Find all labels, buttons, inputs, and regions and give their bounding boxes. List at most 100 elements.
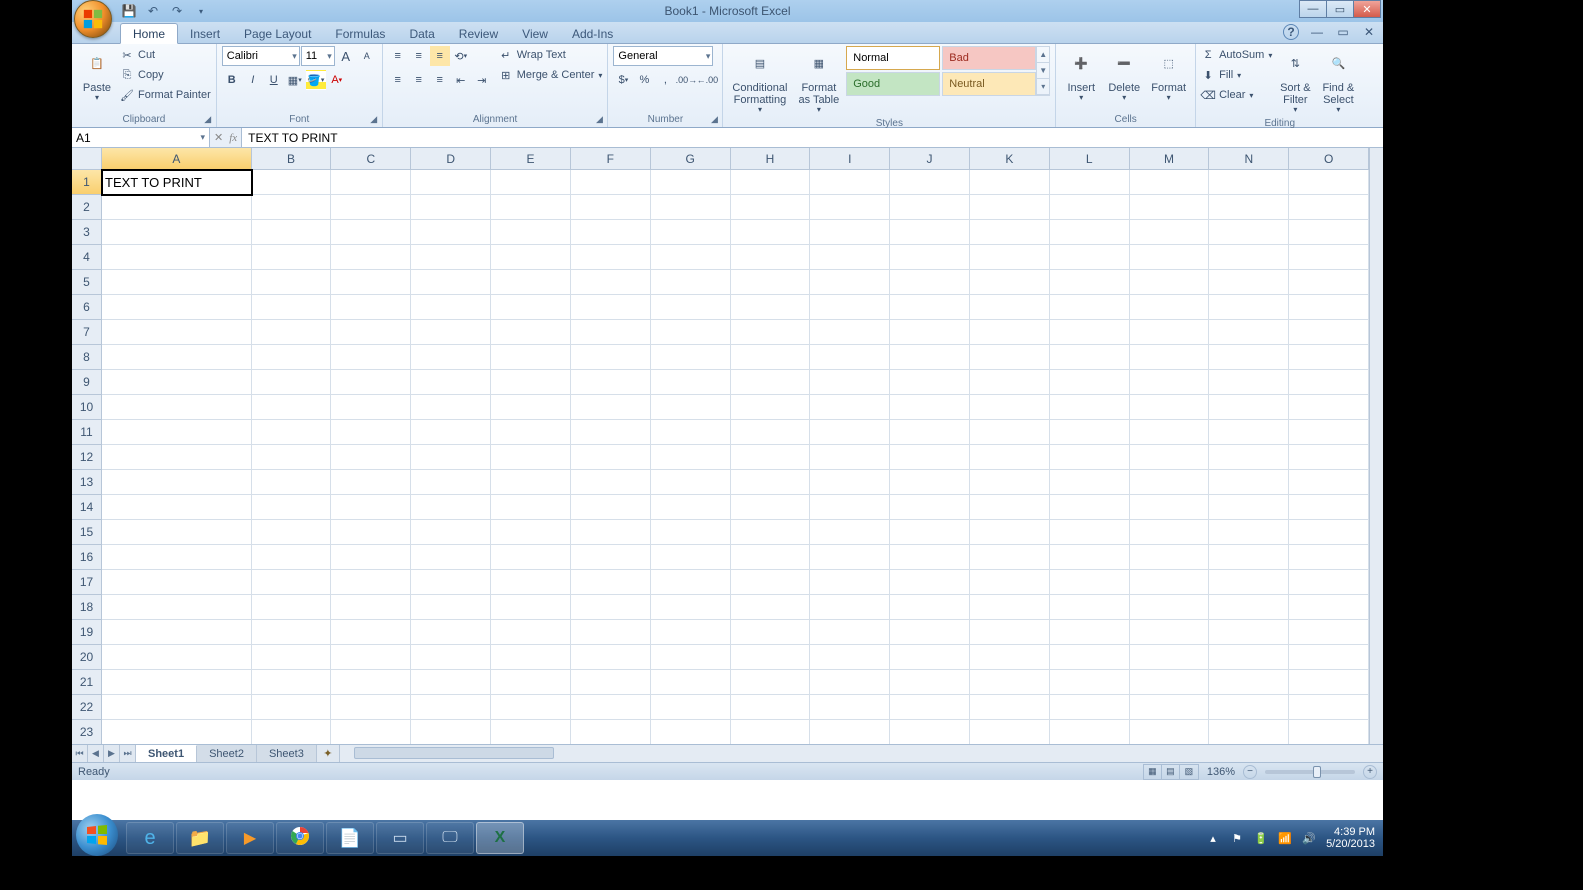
cell-O8[interactable] xyxy=(1289,345,1369,370)
cell-A15[interactable] xyxy=(102,520,252,545)
cell-B4[interactable] xyxy=(252,245,332,270)
shrink-font-button[interactable]: A xyxy=(357,46,377,66)
cell-G14[interactable] xyxy=(651,495,731,520)
cell-C18[interactable] xyxy=(331,595,411,620)
cell-F21[interactable] xyxy=(571,670,651,695)
align-right-button[interactable]: ≡ xyxy=(430,70,450,90)
row-header-19[interactable]: 19 xyxy=(72,620,102,645)
cell-H12[interactable] xyxy=(731,445,811,470)
cell-B8[interactable] xyxy=(252,345,332,370)
cell-K11[interactable] xyxy=(970,420,1050,445)
cell-B22[interactable] xyxy=(252,695,332,720)
number-format-combo[interactable]: General xyxy=(613,46,713,66)
increase-indent-button[interactable]: ⇥ xyxy=(472,70,492,90)
cell-D22[interactable] xyxy=(411,695,491,720)
cell-G13[interactable] xyxy=(651,470,731,495)
taskbar-app1[interactable]: ▭ xyxy=(376,822,424,854)
cell-C15[interactable] xyxy=(331,520,411,545)
cell-K18[interactable] xyxy=(970,595,1050,620)
row-header-14[interactable]: 14 xyxy=(72,495,102,520)
cell-O15[interactable] xyxy=(1289,520,1369,545)
cell-O3[interactable] xyxy=(1289,220,1369,245)
cell-K22[interactable] xyxy=(970,695,1050,720)
cell-L15[interactable] xyxy=(1050,520,1130,545)
undo-icon[interactable]: ↶ xyxy=(144,2,162,20)
cell-M22[interactable] xyxy=(1130,695,1210,720)
cell-L23[interactable] xyxy=(1050,720,1130,744)
cell-I3[interactable] xyxy=(810,220,890,245)
align-bottom-button[interactable]: ≡ xyxy=(430,46,450,66)
row-header-22[interactable]: 22 xyxy=(72,695,102,720)
row-header-13[interactable]: 13 xyxy=(72,470,102,495)
cell-H6[interactable] xyxy=(731,295,811,320)
cell-B13[interactable] xyxy=(252,470,332,495)
cell-D9[interactable] xyxy=(411,370,491,395)
cell-B18[interactable] xyxy=(252,595,332,620)
cut-button[interactable]: ✂Cut xyxy=(120,46,211,64)
cell-B17[interactable] xyxy=(252,570,332,595)
row-header-11[interactable]: 11 xyxy=(72,420,102,445)
cell-D14[interactable] xyxy=(411,495,491,520)
cells-area[interactable]: TEXT TO PRINT xyxy=(102,170,1369,744)
sheet-tab-3[interactable]: Sheet3 xyxy=(257,745,317,762)
cell-E1[interactable] xyxy=(491,170,571,195)
row-header-15[interactable]: 15 xyxy=(72,520,102,545)
cell-C17[interactable] xyxy=(331,570,411,595)
decrease-decimal-button[interactable]: ←.00 xyxy=(697,70,717,90)
cell-C21[interactable] xyxy=(331,670,411,695)
cell-K7[interactable] xyxy=(970,320,1050,345)
row-header-9[interactable]: 9 xyxy=(72,370,102,395)
cell-C2[interactable] xyxy=(331,195,411,220)
cell-K23[interactable] xyxy=(970,720,1050,744)
cell-L13[interactable] xyxy=(1050,470,1130,495)
cell-M20[interactable] xyxy=(1130,645,1210,670)
column-header-I[interactable]: I xyxy=(810,148,890,170)
cell-D23[interactable] xyxy=(411,720,491,744)
cell-J9[interactable] xyxy=(890,370,970,395)
cell-B23[interactable] xyxy=(252,720,332,744)
format-as-table-button[interactable]: ▦ Format as Table▾ xyxy=(794,46,843,117)
cell-M13[interactable] xyxy=(1130,470,1210,495)
cell-L5[interactable] xyxy=(1050,270,1130,295)
cell-F16[interactable] xyxy=(571,545,651,570)
taskbar-app2[interactable]: 🖵 xyxy=(426,822,474,854)
cell-K8[interactable] xyxy=(970,345,1050,370)
cell-C9[interactable] xyxy=(331,370,411,395)
row-header-18[interactable]: 18 xyxy=(72,595,102,620)
cell-D6[interactable] xyxy=(411,295,491,320)
cell-N4[interactable] xyxy=(1209,245,1289,270)
cell-B11[interactable] xyxy=(252,420,332,445)
border-button[interactable]: ▦▾ xyxy=(285,70,305,90)
cell-E20[interactable] xyxy=(491,645,571,670)
cell-F9[interactable] xyxy=(571,370,651,395)
help-icon[interactable]: ? xyxy=(1283,24,1299,40)
name-box[interactable]: A1 xyxy=(72,128,210,147)
cell-B12[interactable] xyxy=(252,445,332,470)
cell-A5[interactable] xyxy=(102,270,252,295)
horizontal-scrollbar[interactable] xyxy=(339,745,1383,762)
cell-J10[interactable] xyxy=(890,395,970,420)
copy-button[interactable]: ⎘Copy xyxy=(120,66,211,84)
column-header-N[interactable]: N xyxy=(1209,148,1289,170)
cell-G8[interactable] xyxy=(651,345,731,370)
accounting-format-button[interactable]: $▾ xyxy=(613,70,633,90)
style-bad[interactable]: Bad xyxy=(942,46,1036,70)
cell-I10[interactable] xyxy=(810,395,890,420)
cell-H9[interactable] xyxy=(731,370,811,395)
clipboard-dialog-launcher[interactable]: ◢ xyxy=(202,113,214,125)
cell-M3[interactable] xyxy=(1130,220,1210,245)
cell-K15[interactable] xyxy=(970,520,1050,545)
cell-K4[interactable] xyxy=(970,245,1050,270)
cell-C14[interactable] xyxy=(331,495,411,520)
cell-A7[interactable] xyxy=(102,320,252,345)
cell-E7[interactable] xyxy=(491,320,571,345)
cell-F20[interactable] xyxy=(571,645,651,670)
cell-B21[interactable] xyxy=(252,670,332,695)
cell-D2[interactable] xyxy=(411,195,491,220)
cell-M4[interactable] xyxy=(1130,245,1210,270)
tray-show-hidden-icon[interactable]: ▴ xyxy=(1206,831,1220,845)
column-header-G[interactable]: G xyxy=(651,148,731,170)
cell-H2[interactable] xyxy=(731,195,811,220)
cell-J21[interactable] xyxy=(890,670,970,695)
cell-O11[interactable] xyxy=(1289,420,1369,445)
